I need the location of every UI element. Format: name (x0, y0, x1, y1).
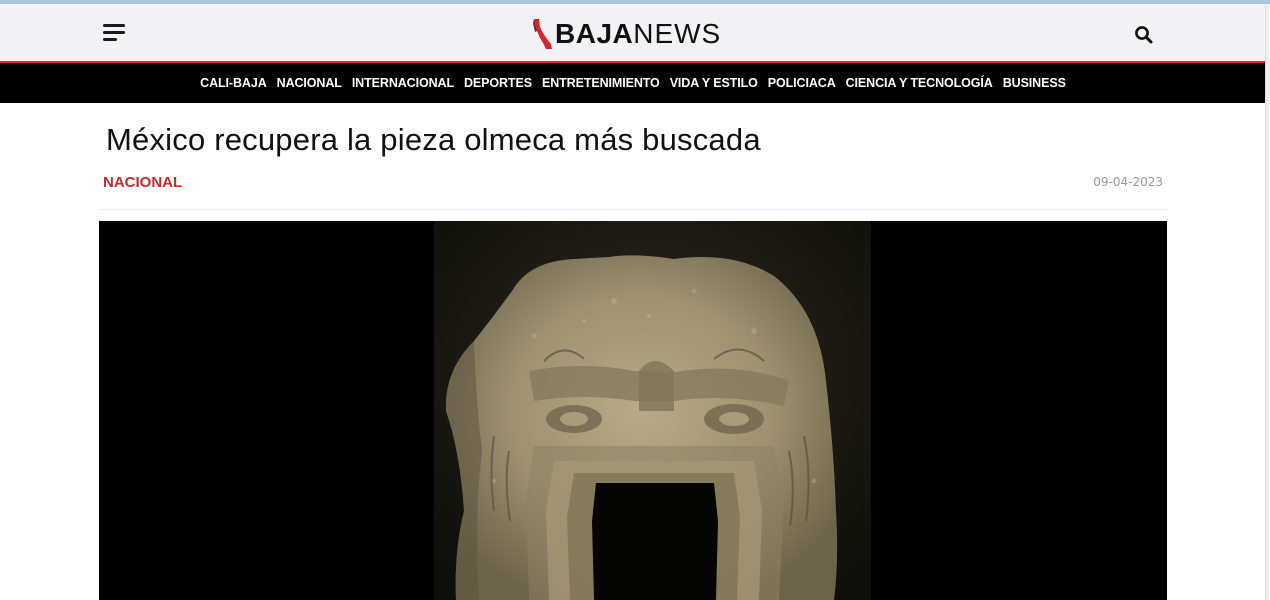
article-divider (99, 209, 1167, 210)
logo-baja-text: BAJA (555, 18, 634, 49)
nav-item-entretenimiento[interactable]: ENTRETENIMIENTO (537, 76, 665, 90)
site-header: BAJA NEWS (0, 4, 1270, 61)
article-date: 09-04-2023 (1093, 175, 1163, 189)
search-icon[interactable] (1134, 25, 1154, 45)
nav-item-nacional[interactable]: NACIONAL (272, 76, 347, 90)
logo-news-text: NEWS (633, 18, 722, 49)
nav-item-business[interactable]: BUSINESS (998, 76, 1071, 90)
olmec-monument-photo (434, 221, 871, 600)
baja-peninsula-logo-icon (533, 19, 552, 49)
article-hero-image (99, 221, 1167, 600)
site-logo[interactable]: BAJA NEWS (531, 17, 721, 51)
nav-item-internacional[interactable]: INTERNACIONAL (347, 76, 459, 90)
hamburger-menu-icon[interactable] (100, 22, 128, 44)
nav-item-deportes[interactable]: DEPORTES (459, 76, 537, 90)
nav-item-cali-baja[interactable]: CALI-BAJA (195, 76, 271, 90)
scrollbar[interactable] (1265, 4, 1270, 600)
main-navigation: CALI-BAJA NACIONAL INTERNACIONAL DEPORTE… (0, 61, 1266, 103)
nav-item-ciencia-y-tecnologia[interactable]: CIENCIA Y TECNOLOGÍA (841, 76, 998, 90)
article-category-link[interactable]: NACIONAL (103, 174, 182, 191)
nav-item-policiaca[interactable]: POLICIACA (763, 76, 841, 90)
nav-item-vida-y-estilo[interactable]: VIDA Y ESTILO (665, 76, 763, 90)
article-title: México recupera la pieza olmeca más busc… (106, 122, 761, 157)
